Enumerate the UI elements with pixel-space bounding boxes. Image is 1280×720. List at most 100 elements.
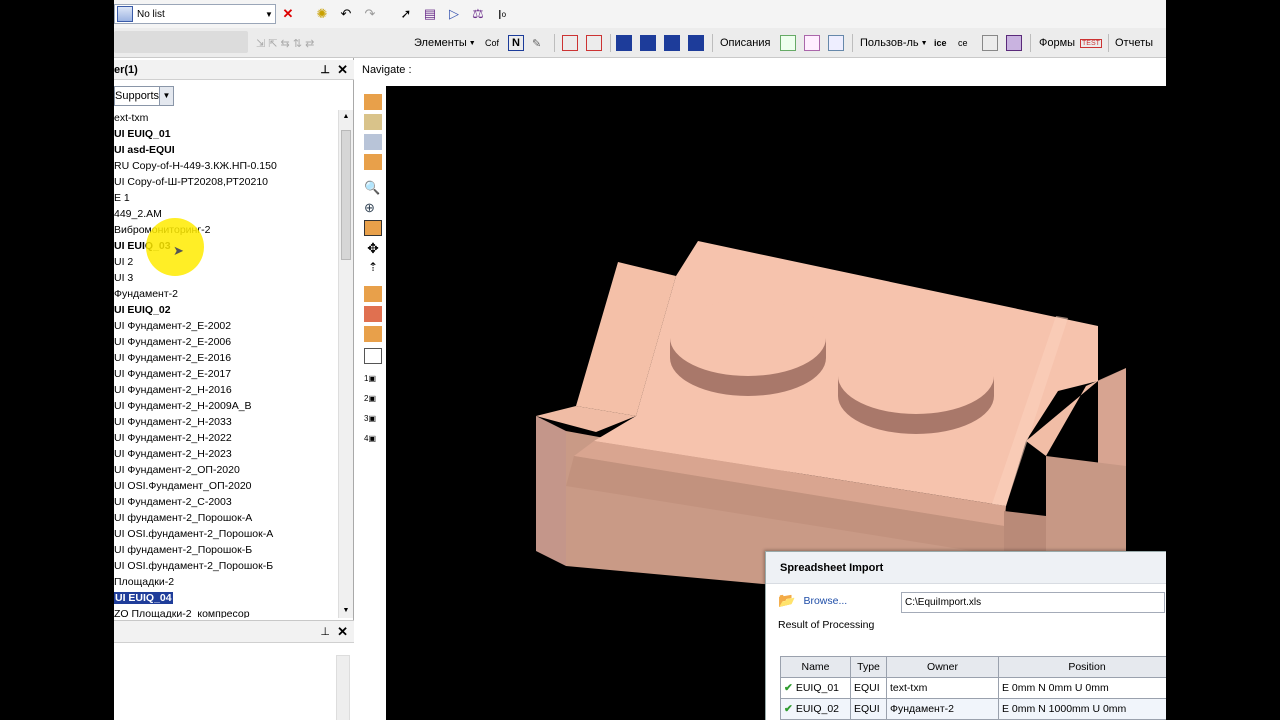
elements-menu[interactable]: Элементы ▼	[414, 34, 476, 52]
folder-icon[interactable]: 📂	[778, 592, 795, 609]
tree-item[interactable]: UI 2	[114, 254, 338, 270]
tree-item[interactable]: UI 3	[114, 270, 338, 286]
select-pointer-icon[interactable]: ➚	[396, 4, 416, 24]
pin-icon[interactable]: ⊥	[320, 63, 330, 76]
doc-purple-icon[interactable]	[804, 34, 820, 52]
saved-view-4-icon[interactable]: 4▣	[364, 434, 382, 450]
tree-item[interactable]: UI Фундамент-2_Н-2022	[114, 430, 338, 446]
tree-item[interactable]: ext-txm	[114, 110, 338, 126]
test-icon[interactable]: TEST	[1080, 34, 1102, 52]
saved-view-3-icon[interactable]: 3▣	[364, 414, 382, 430]
rotate-icon[interactable]	[364, 348, 382, 364]
play-icon[interactable]: ▷	[444, 4, 464, 24]
secondary-panel-scrollbar[interactable]	[336, 655, 350, 720]
tree-item[interactable]: UI фундамент-2_Порошок-Б	[114, 542, 338, 558]
tree-item[interactable]: UI Фундамент-2_ОП-2020	[114, 462, 338, 478]
file-path-input[interactable]	[901, 592, 1165, 613]
doc-green-icon[interactable]	[780, 34, 796, 52]
scroll-down-icon[interactable]: ▼	[339, 604, 353, 618]
blue-tool-4-icon[interactable]	[688, 34, 704, 52]
tree-item[interactable]: UI OSI.фундамент-2_Порошок-А	[114, 526, 338, 542]
delete-icon[interactable]: ✕	[278, 4, 298, 24]
reports-button[interactable]: Отчеты	[1115, 34, 1153, 52]
column-header[interactable]: Type	[850, 656, 887, 678]
tree-item[interactable]: RU Copy-of-Н-449-3.КЖ.НП-0.150	[114, 158, 338, 174]
saved-view-2-icon[interactable]: 2▣	[364, 394, 382, 410]
n-button[interactable]: N	[508, 34, 524, 52]
tree-item[interactable]: UI EUIQ_04	[114, 590, 338, 606]
filter-select[interactable]: Supports ▼	[114, 86, 174, 106]
doc-blue-icon[interactable]	[828, 34, 844, 52]
tree-item[interactable]: UI Фундамент-2_Н-2033	[114, 414, 338, 430]
tree-item[interactable]: ZO Площадки-2_компресор	[114, 606, 338, 618]
doc-icon[interactable]	[982, 34, 998, 52]
browse-link[interactable]: Browse...	[803, 595, 847, 607]
list-select[interactable]: No list ▼	[114, 4, 276, 24]
form-red-icon-2[interactable]	[586, 34, 602, 52]
tree-item[interactable]: UI Фундамент-2_Н-2009А_В	[114, 398, 338, 414]
view-fly-icon[interactable]	[364, 114, 382, 130]
view-side-icon[interactable]	[364, 326, 382, 342]
zoom-in-icon[interactable]: ⊕	[364, 200, 382, 216]
tree-item[interactable]: UI Фундамент-2_С-2003	[114, 494, 338, 510]
tree-item[interactable]: UI EUIQ_01	[114, 126, 338, 142]
tree-item[interactable]: UI asd-EQUI	[114, 142, 338, 158]
ice-icon[interactable]: ice	[934, 34, 947, 52]
tree-item[interactable]: UI OSI.фундамент-2_Порошок-Б	[114, 558, 338, 574]
column-header[interactable]: Owner	[886, 656, 999, 678]
highlight-icon[interactable]: ✺	[312, 4, 332, 24]
tree-item[interactable]: UI Фундамент-2_Е-2006	[114, 334, 338, 350]
zoom-icon[interactable]: 🔍	[364, 180, 382, 196]
view-walk-icon[interactable]	[364, 94, 382, 110]
text-cursor-icon[interactable]: Io	[492, 4, 512, 24]
pin-icon[interactable]: ⊥	[320, 625, 330, 638]
undo-icon[interactable]: ↶	[336, 4, 356, 24]
form-red-icon[interactable]	[562, 34, 578, 52]
measure-icon[interactable]: ⚖	[468, 4, 488, 24]
pan-icon[interactable]: ✥	[364, 240, 382, 256]
forms-button[interactable]: Формы	[1039, 34, 1075, 52]
tree-item[interactable]: UI Фундамент-2_Н-2016	[114, 382, 338, 398]
tree-item[interactable]: UI Фундамент-2_Е-2017	[114, 366, 338, 382]
tree-item[interactable]: UI Фундамент-2_Е-2016	[114, 350, 338, 366]
view-front-icon[interactable]	[364, 306, 382, 322]
tree-item[interactable]: UI EUIQ_02	[114, 302, 338, 318]
column-header[interactable]: Name	[780, 656, 851, 678]
close-icon[interactable]: ✕	[337, 62, 348, 78]
user-menu[interactable]: Пользов-ль ▼	[860, 34, 928, 52]
cof-button[interactable]: Cof	[485, 34, 499, 52]
descriptions-button[interactable]: Описания	[720, 34, 770, 52]
column-header[interactable]: Position	[998, 656, 1166, 678]
tree-item[interactable]: E 1	[114, 190, 338, 206]
close-icon[interactable]: ✕	[337, 624, 348, 640]
blue-tool-1-icon[interactable]	[616, 34, 632, 52]
tree-item[interactable]: UI Фундамент-2_Н-2023	[114, 446, 338, 462]
tree-item[interactable]: UI Фундамент-2_Е-2002	[114, 318, 338, 334]
scroll-up-icon[interactable]: ▲	[339, 110, 353, 124]
tree-scrollbar[interactable]: ▲ ▼	[338, 110, 353, 618]
tree-item[interactable]: Площадки-2	[114, 574, 338, 590]
walk-up-icon[interactable]: ⇡	[364, 260, 382, 276]
ce-icon[interactable]: ce	[958, 34, 968, 52]
redo-icon[interactable]: ↷	[360, 4, 380, 24]
view-model-icon[interactable]	[364, 154, 382, 170]
table-row[interactable]: ✔ EUIQ_01 EQUI text-txm E 0mm N 0mm U 0mm	[780, 677, 1166, 699]
tree-item[interactable]: Вибромониторинг-2	[114, 222, 338, 238]
view-search-icon[interactable]	[364, 134, 382, 150]
tree-item[interactable]: 449_2.АМ	[114, 206, 338, 222]
view-top-icon[interactable]	[364, 286, 382, 302]
tree-item[interactable]: UI Copy-of-Ш-РТ20208,РТ20210	[114, 174, 338, 190]
brush-icon[interactable]: ✎	[532, 34, 541, 52]
layers-icon[interactable]: ▤	[420, 4, 440, 24]
saved-view-1-icon[interactable]: 1▣	[364, 374, 382, 390]
blue-tool-2-icon[interactable]	[640, 34, 656, 52]
scroll-thumb[interactable]	[341, 130, 351, 260]
orbit-icon[interactable]	[364, 220, 382, 236]
save-icon[interactable]	[1006, 34, 1022, 52]
tree-item[interactable]: Фундамент-2	[114, 286, 338, 302]
table-row[interactable]: ✔ EUIQ_02 EQUI Фундамент-2 E 0mm N 1000mm…	[780, 698, 1166, 720]
blue-tool-3-icon[interactable]	[664, 34, 680, 52]
tree-item[interactable]: UI EUIQ_03	[114, 238, 338, 254]
tree-item[interactable]: UI фундамент-2_Порошок-А	[114, 510, 338, 526]
tree-item[interactable]: UI OSI.Фундамент_ОП-2020	[114, 478, 338, 494]
